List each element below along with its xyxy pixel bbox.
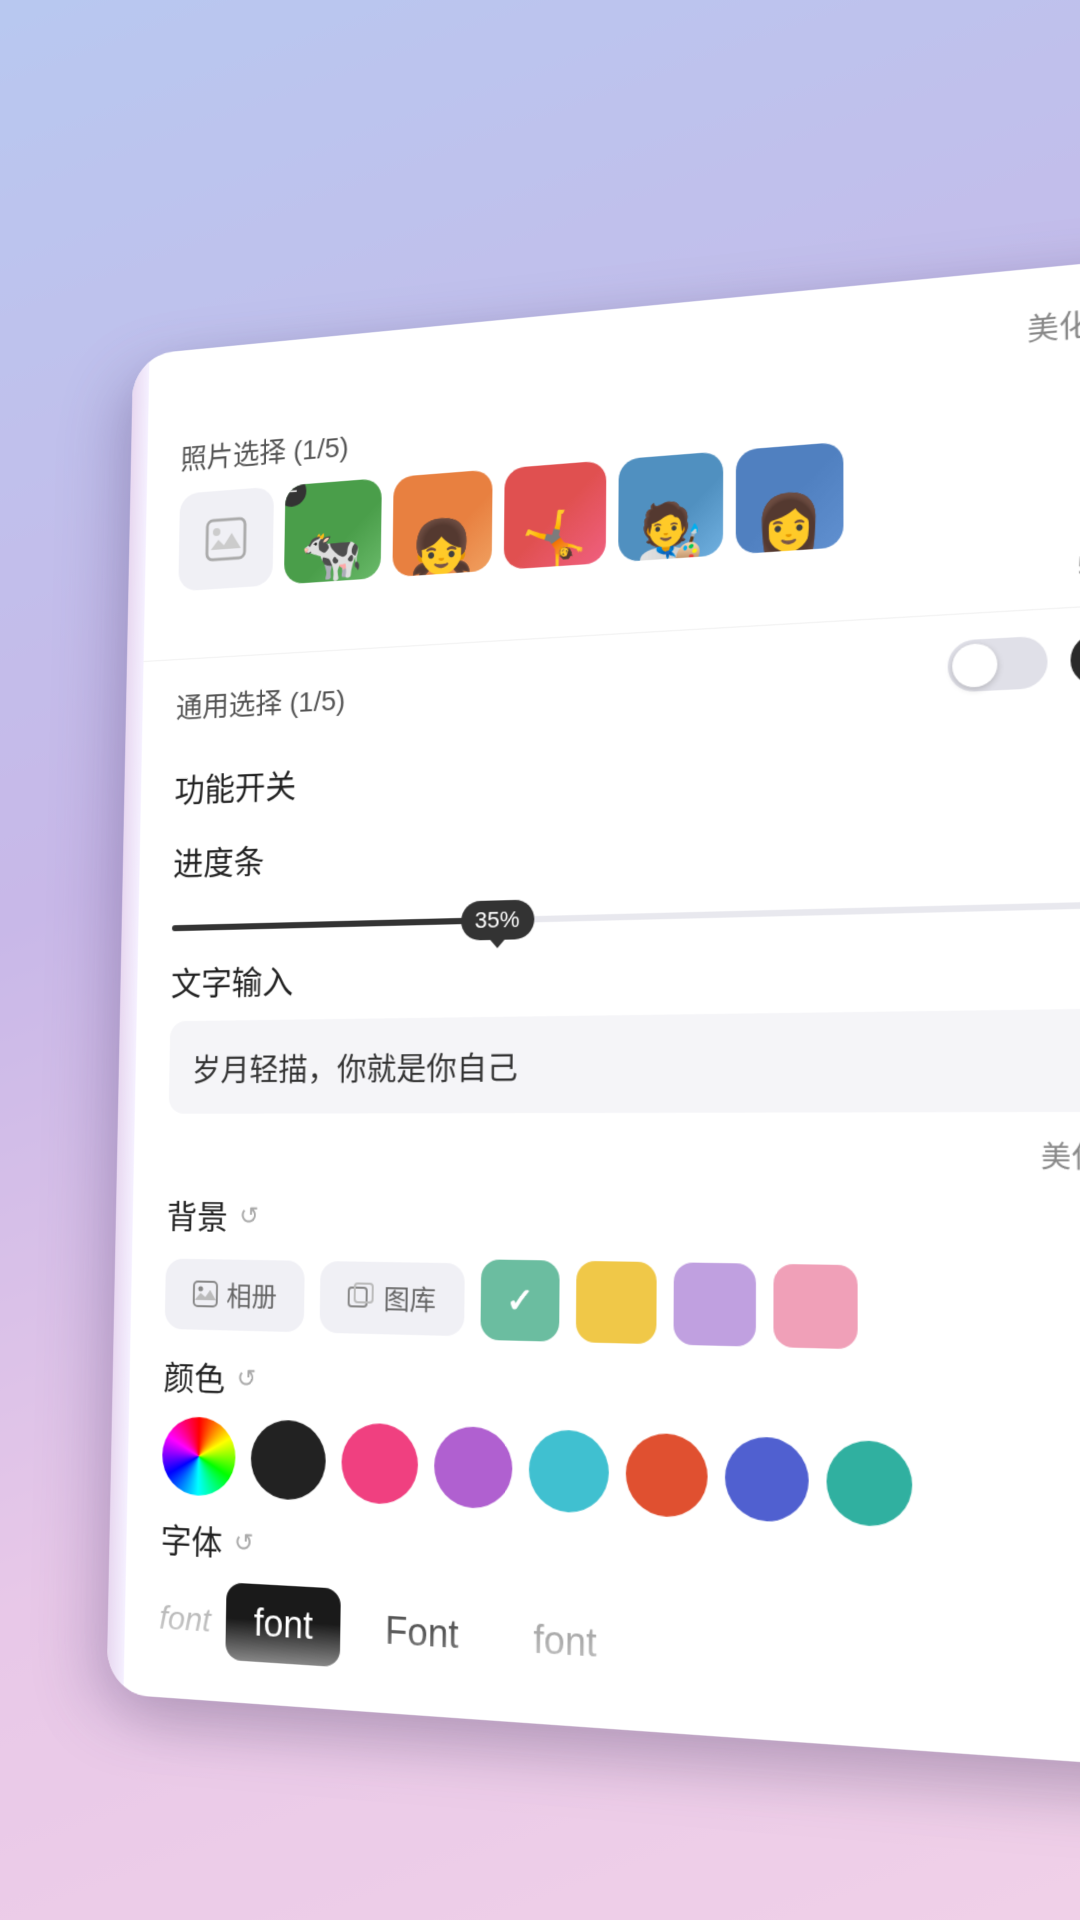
gallery-icon	[348, 1282, 376, 1312]
font-reset-icon[interactable]: ↺	[234, 1527, 254, 1558]
photo-add-button[interactable]	[178, 487, 274, 592]
progress-track[interactable]: 35%	[172, 900, 1080, 931]
library-link-2[interactable]: 美化图库 ›	[168, 1134, 1080, 1177]
swatch-purple[interactable]	[674, 1262, 756, 1346]
toggle-off[interactable]	[948, 636, 1048, 693]
font-item-light[interactable]: font	[504, 1598, 627, 1686]
selected-checkmark: ✓	[506, 1280, 534, 1321]
color-reset-icon[interactable]: ↺	[236, 1363, 256, 1394]
general-label: 通用选择 (1/5)	[176, 678, 346, 727]
color-wheel[interactable]	[162, 1416, 236, 1497]
progress-label: 进度条	[173, 804, 1080, 886]
card-inner: 美化图库 › 照片选择 (1/5) − 🐄	[123, 251, 1080, 1772]
toggles-row	[948, 629, 1080, 693]
font-section: 字体 ↺ font font Font font	[158, 1515, 1080, 1746]
gallery-button[interactable]: 图库	[320, 1261, 465, 1336]
color-pink[interactable]	[341, 1422, 418, 1505]
font-item-regular[interactable]: Font	[356, 1590, 488, 1677]
progress-thumb: 35%	[460, 899, 534, 940]
general-header: 通用选择 (1/5)	[176, 629, 1080, 731]
photo-thumb-5[interactable]: 👩	[736, 442, 844, 555]
album-button[interactable]: 相册	[165, 1258, 305, 1332]
color-blue[interactable]	[725, 1436, 809, 1523]
color-section: 颜色 ↺	[162, 1352, 1080, 1540]
photo-thumb-3[interactable]: 🤸	[504, 460, 607, 569]
color-cyan[interactable]	[529, 1429, 609, 1514]
progress-section: 进度条 35%	[172, 804, 1080, 932]
toggle-on[interactable]	[1070, 629, 1080, 687]
font-item-selected[interactable]: font	[226, 1582, 342, 1667]
album-icon	[192, 1279, 219, 1308]
phone-card-wrapper: 美化图库 › 照片选择 (1/5) − 🐄	[120, 340, 1080, 1920]
progress-fill	[172, 917, 497, 931]
background-label: 背景 ↺	[166, 1192, 1080, 1252]
add-photo-icon	[203, 514, 249, 564]
background-reset-icon[interactable]: ↺	[239, 1201, 259, 1231]
color-purple[interactable]	[434, 1425, 513, 1509]
color-black[interactable]	[250, 1419, 326, 1501]
background-section: 背景 ↺ 相册	[165, 1192, 1080, 1358]
photo-thumb-2[interactable]: 👧	[392, 469, 492, 577]
font-item-1: font	[159, 1598, 211, 1640]
toggle-off-knob	[952, 643, 997, 689]
background-options-row: 相册 图库 ✓	[165, 1254, 1080, 1357]
text-input-section: 文字输入 岁月轻描，你就是你自己	[169, 938, 1080, 1114]
swatch-pink[interactable]	[773, 1264, 857, 1349]
photo-thumb-1[interactable]: − 🐄	[284, 478, 382, 584]
text-input-box[interactable]: 岁月轻描，你就是你自己	[169, 1008, 1080, 1114]
swatch-yellow[interactable]	[576, 1261, 657, 1344]
color-orange[interactable]	[626, 1432, 708, 1518]
color-teal[interactable]	[827, 1439, 913, 1528]
text-input-label: 文字输入	[171, 938, 1080, 1005]
phone-card: 美化图库 › 照片选择 (1/5) − 🐄	[106, 251, 1080, 1772]
swatch-green[interactable]: ✓	[480, 1259, 559, 1341]
photo-thumb-4[interactable]: 🧑‍🎨	[618, 451, 723, 562]
remove-photo-badge[interactable]: −	[284, 478, 307, 508]
